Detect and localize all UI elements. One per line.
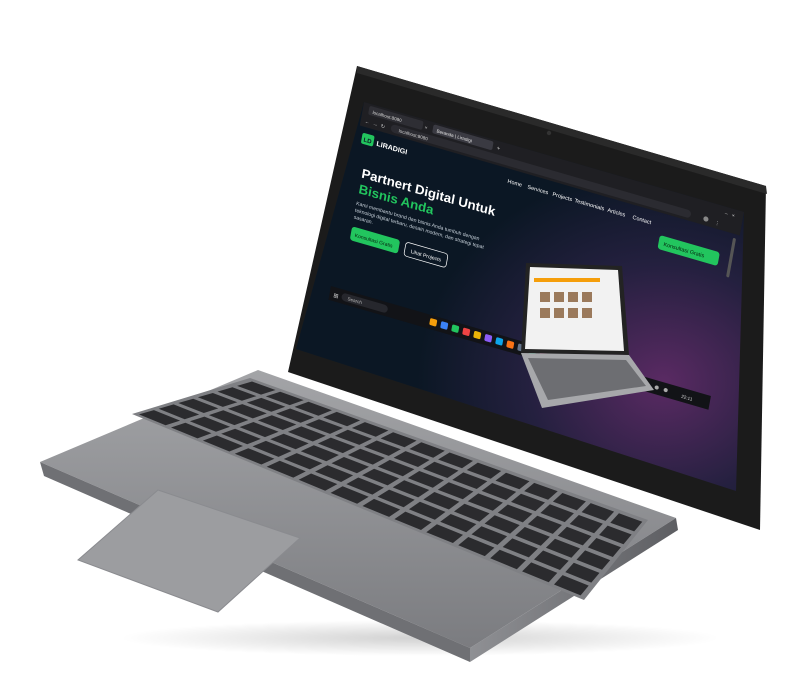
webcam-icon: [546, 130, 552, 136]
laptop-scene: localhost:8080 × Beranda | Liradigi + ← …: [40, 66, 767, 662]
